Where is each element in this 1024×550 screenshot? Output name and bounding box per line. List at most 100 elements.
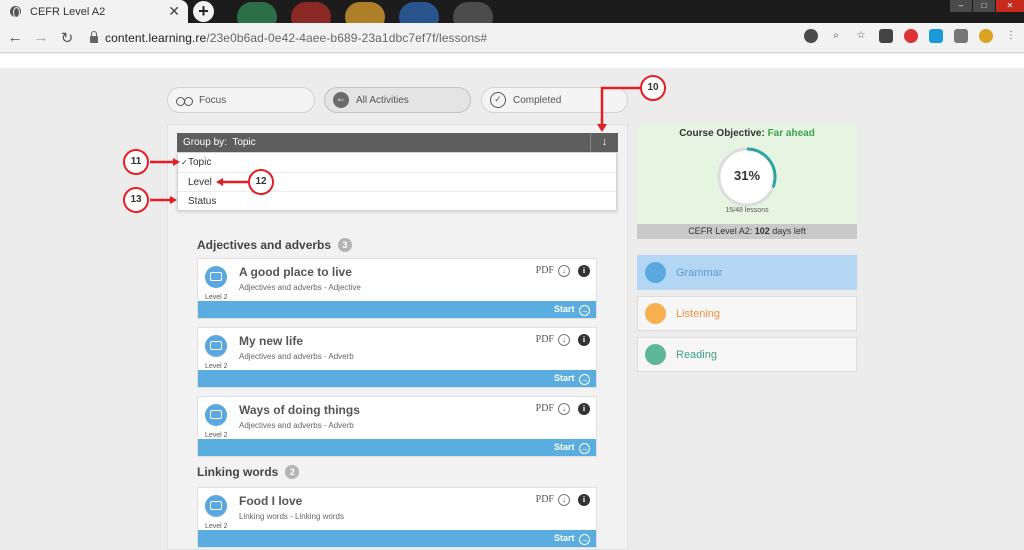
section-heading: Adjectives and adverbs 3	[197, 238, 353, 252]
start-button[interactable]: Start →	[198, 301, 596, 318]
tab-title: CEFR Level A2	[30, 5, 106, 18]
close-window-icon[interactable]: ✕	[996, 0, 1024, 12]
lesson-title[interactable]: Ways of doing things	[239, 403, 360, 417]
browser-toolbar: ← → ↻ content.learning.re/23e0b6ad-0e42-…	[0, 23, 1024, 53]
monitor-icon	[205, 335, 227, 357]
annotation-marker: 11	[123, 149, 149, 175]
extension-icon[interactable]	[954, 29, 968, 43]
group-by-dropdown: ✓ Topic Level Status	[177, 152, 617, 211]
check-circle-icon: ✓	[490, 92, 506, 108]
lesson-card: Level 2 Food I love Linking words - Link…	[197, 487, 597, 548]
group-option-status[interactable]: Status	[178, 192, 616, 212]
url-host: content.learning.re	[105, 30, 207, 45]
lesson-subtitle: Adjectives and adverbs - Adverb	[239, 421, 354, 430]
pdf-link[interactable]: PDF	[536, 494, 554, 505]
skill-reading[interactable]: Reading	[637, 337, 857, 372]
profile-avatar[interactable]	[979, 29, 993, 43]
download-icon[interactable]: ↓	[558, 334, 570, 346]
extension-icon[interactable]	[929, 29, 943, 43]
info-icon[interactable]: i	[578, 403, 590, 415]
lessons-count: 15/48 lessons	[725, 207, 769, 214]
new-tab-button[interactable]: +	[193, 1, 214, 22]
lesson-subtitle: Adjectives and adverbs - Adverb	[239, 352, 354, 361]
sort-down-arrow-icon[interactable]: ↓	[590, 133, 618, 152]
days-suffix: days left	[772, 226, 806, 236]
group-by-label: Group by:	[183, 137, 227, 148]
start-button[interactable]: Start →	[198, 530, 596, 547]
focus-label: Focus	[199, 94, 227, 106]
lesson-card: Level 2 A good place to live Adjectives …	[197, 258, 597, 319]
annotation-marker: 10	[640, 75, 666, 101]
bookmark-star-icon[interactable]: ☆	[854, 29, 868, 43]
skill-label: Grammar	[676, 266, 723, 279]
group-option-level[interactable]: Level	[178, 173, 616, 192]
info-icon[interactable]: i	[578, 265, 590, 277]
download-icon[interactable]: ↓	[558, 265, 570, 277]
reload-button[interactable]: ↻	[54, 29, 80, 47]
monitor-icon	[645, 262, 666, 283]
checkmark-icon: ✓	[181, 158, 188, 167]
start-button[interactable]: Start →	[198, 370, 596, 387]
skill-grammar[interactable]: Grammar	[637, 255, 857, 290]
section-count-badge: 3	[338, 238, 353, 252]
extension-icon[interactable]	[904, 29, 918, 43]
back-button[interactable]: ←	[2, 29, 28, 46]
focus-filter-button[interactable]: Focus	[167, 87, 315, 113]
browser-tabbar: CEFR Level A2 ✕ + – □ ✕	[0, 0, 1024, 23]
option-label: Level	[188, 176, 212, 188]
progress-percent: 31%	[733, 168, 761, 183]
menu-icon[interactable]: ⋮	[1004, 29, 1018, 43]
download-icon[interactable]: ↓	[558, 494, 570, 506]
days-count: 102	[754, 226, 770, 236]
start-label: Start	[553, 373, 575, 383]
info-icon[interactable]: i	[578, 494, 590, 506]
browser-tab[interactable]: CEFR Level A2 ✕	[0, 0, 188, 23]
start-button[interactable]: Start →	[198, 439, 596, 456]
binoculars-icon	[176, 92, 193, 108]
all-activities-filter-button[interactable]: ALL All Activities	[324, 87, 471, 113]
arrow-right-circle-icon: →	[579, 443, 590, 454]
completed-filter-button[interactable]: ✓ Completed	[481, 87, 628, 113]
all-icon: ALL	[333, 92, 349, 108]
all-activities-label: All Activities	[356, 94, 409, 106]
lesson-title[interactable]: A good place to live	[239, 265, 352, 279]
skill-label: Reading	[676, 348, 717, 361]
annotation-marker: 13	[123, 187, 149, 213]
lesson-subtitle: Linking words - Linking words	[239, 512, 344, 521]
group-option-topic[interactable]: ✓ Topic	[178, 153, 616, 173]
lesson-title[interactable]: My new life	[239, 334, 303, 348]
site-settings-icon[interactable]	[804, 29, 818, 43]
background-thumbnail	[399, 2, 439, 23]
lesson-subtitle: Adjectives and adverbs - Adjective	[239, 283, 361, 292]
start-label: Start	[553, 533, 575, 543]
course-objective-card: Course Objective: Far ahead 31% 15/48 le…	[637, 124, 857, 239]
monitor-icon	[205, 495, 227, 517]
pdf-link[interactable]: PDF	[536, 265, 554, 276]
lesson-level: Level 2	[205, 523, 228, 530]
lesson-title[interactable]: Food I love	[239, 494, 302, 508]
extension-icon[interactable]	[879, 29, 893, 43]
lesson-level: Level 2	[205, 294, 228, 301]
objective-title: Course Objective: Far ahead	[637, 128, 857, 139]
section-heading: Linking words 2	[197, 465, 300, 479]
pdf-link[interactable]: PDF	[536, 403, 554, 414]
group-by-value: Topic	[232, 137, 256, 148]
arrow-right-circle-icon: →	[579, 374, 590, 385]
arrow-right-circle-icon: →	[579, 534, 590, 545]
group-by-bar[interactable]: Group by: Topic ↓	[177, 133, 618, 152]
site-header	[0, 54, 1024, 68]
pdf-link[interactable]: PDF	[536, 334, 554, 345]
completed-label: Completed	[513, 94, 562, 106]
days-left-bar: CEFR Level A2: 102 days left	[637, 224, 857, 239]
section-count-badge: 2	[285, 465, 300, 479]
forward-button[interactable]: →	[28, 29, 54, 46]
info-icon[interactable]: i	[578, 334, 590, 346]
skill-listening[interactable]: Listening	[637, 296, 857, 331]
maximize-icon[interactable]: □	[973, 0, 995, 12]
address-bar[interactable]: content.learning.re/23e0b6ad-0e42-4aee-b…	[105, 31, 487, 45]
minimize-icon[interactable]: –	[950, 0, 972, 12]
zoom-icon[interactable]: ⌕	[829, 29, 843, 43]
url-path: /23e0b6ad-0e42-4aee-b689-23a1dbc7ef7f/le…	[206, 30, 488, 45]
download-icon[interactable]: ↓	[558, 403, 570, 415]
close-tab-icon[interactable]: ✕	[168, 3, 180, 20]
